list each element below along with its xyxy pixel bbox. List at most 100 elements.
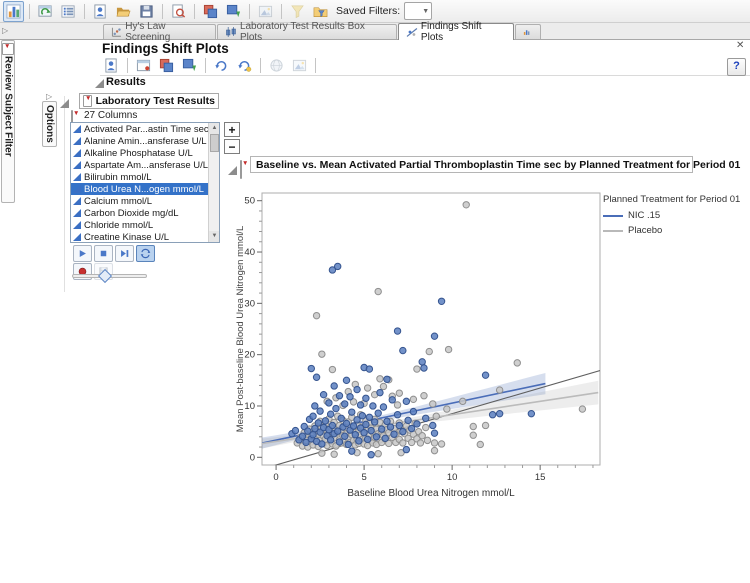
data-point[interactable]: [391, 431, 397, 437]
data-point[interactable]: [336, 439, 342, 445]
close-icon[interactable]: ✕: [736, 40, 744, 51]
data-point[interactable]: [368, 452, 374, 458]
data-point[interactable]: [421, 393, 427, 399]
data-point[interactable]: [424, 437, 430, 443]
data-point[interactable]: [343, 377, 349, 383]
data-point[interactable]: [400, 428, 406, 434]
data-point[interactable]: [371, 419, 377, 425]
expand-review-filter-chevron-icon[interactable]: ▷: [2, 26, 12, 36]
data-point[interactable]: [431, 440, 437, 446]
slider-thumb[interactable]: [98, 269, 112, 283]
data-point[interactable]: [373, 434, 379, 440]
data-point[interactable]: [379, 426, 385, 432]
data-point[interactable]: [375, 410, 381, 416]
legend-item[interactable]: NIC .15: [603, 210, 749, 221]
options-panel[interactable]: Options: [42, 101, 57, 147]
data-point[interactable]: [356, 438, 362, 444]
data-point[interactable]: [444, 406, 450, 412]
column-list-item[interactable]: Chloride mmol/L: [71, 219, 219, 231]
column-list-item[interactable]: Calcium mmol/L: [71, 195, 219, 207]
data-point[interactable]: [310, 413, 316, 419]
results-disclosure-icon[interactable]: [95, 79, 104, 88]
data-point[interactable]: [430, 422, 436, 428]
data-point[interactable]: [334, 263, 340, 269]
copy-picture-icon[interactable]: [156, 55, 177, 76]
relaunch-icon[interactable]: [234, 55, 255, 76]
data-point[interactable]: [375, 451, 381, 457]
data-point[interactable]: [342, 433, 348, 439]
data-point[interactable]: [350, 423, 356, 429]
data-point[interactable]: [338, 415, 344, 421]
data-point[interactable]: [403, 398, 409, 404]
data-point[interactable]: [445, 346, 451, 352]
scrollbar[interactable]: ▲ ▼: [208, 123, 219, 242]
data-point[interactable]: [408, 425, 414, 431]
data-point[interactable]: [423, 424, 429, 430]
copy-picture-icon[interactable]: [200, 1, 221, 22]
tab-findings-shift-plots[interactable]: Findings Shift Plots: [398, 23, 514, 40]
data-point[interactable]: [329, 366, 335, 372]
column-list-item[interactable]: Alkaline Phosphatase U/L: [71, 147, 219, 159]
data-point[interactable]: [419, 433, 425, 439]
picture-icon[interactable]: [289, 55, 310, 76]
tab-laboratory-test-results-box-plots[interactable]: Laboratory Test Results Box Plots: [217, 24, 397, 39]
data-point[interactable]: [352, 432, 358, 438]
data-point[interactable]: [410, 408, 416, 414]
data-point[interactable]: [389, 397, 395, 403]
data-point[interactable]: [431, 430, 437, 436]
data-point[interactable]: [329, 422, 335, 428]
data-point[interactable]: [482, 372, 488, 378]
data-point[interactable]: [331, 383, 337, 389]
data-point[interactable]: [349, 409, 355, 415]
data-point[interactable]: [319, 441, 325, 447]
data-point[interactable]: [438, 298, 444, 304]
data-point[interactable]: [394, 412, 400, 418]
hotspot-icon[interactable]: [2, 43, 14, 55]
data-point[interactable]: [319, 351, 325, 357]
data-point[interactable]: [387, 424, 393, 430]
data-point[interactable]: [354, 386, 360, 392]
chart-disclosure-icon[interactable]: [228, 166, 237, 175]
data-point[interactable]: [380, 383, 386, 389]
column-list-item[interactable]: Bilirubin mmol/L: [71, 171, 219, 183]
step-button[interactable]: [115, 245, 134, 262]
data-point[interactable]: [410, 396, 416, 402]
data-point[interactable]: [299, 433, 305, 439]
data-point[interactable]: [368, 427, 374, 433]
data-point[interactable]: [366, 366, 372, 372]
data-point[interactable]: [313, 374, 319, 380]
data-point[interactable]: [315, 420, 321, 426]
data-point[interactable]: [514, 360, 520, 366]
report-icon[interactable]: [101, 55, 122, 76]
data-point[interactable]: [421, 365, 427, 371]
data-point[interactable]: [347, 394, 353, 400]
data-point[interactable]: [327, 411, 333, 417]
scatter-plot[interactable]: 05101501020304050Mean Post-baseline Bloo…: [235, 183, 615, 505]
column-list-item[interactable]: Carbon Dioxide mg/dL: [71, 207, 219, 219]
data-point[interactable]: [366, 414, 372, 420]
column-list-item[interactable]: Alanine Amin...ansferase U/L: [71, 135, 219, 147]
data-point[interactable]: [419, 359, 425, 365]
remove-column-button[interactable]: −: [224, 139, 240, 154]
stop-button[interactable]: [94, 245, 113, 262]
save-picture-icon[interactable]: [179, 55, 200, 76]
saved-filters-folder-icon[interactable]: [310, 1, 331, 22]
data-point[interactable]: [370, 403, 376, 409]
data-point[interactable]: [327, 437, 333, 443]
data-point[interactable]: [308, 365, 314, 371]
data-point[interactable]: [426, 348, 432, 354]
data-point[interactable]: [326, 400, 332, 406]
data-point[interactable]: [431, 447, 437, 453]
loop-button[interactable]: [136, 245, 155, 262]
data-point[interactable]: [359, 413, 365, 419]
data-point[interactable]: [333, 405, 339, 411]
legend-item[interactable]: Placebo: [603, 225, 749, 236]
play-button[interactable]: [73, 245, 92, 262]
data-point[interactable]: [579, 406, 585, 412]
data-point[interactable]: [470, 423, 476, 429]
data-point[interactable]: [382, 435, 388, 441]
data-point[interactable]: [400, 347, 406, 353]
data-point[interactable]: [489, 412, 495, 418]
globe-icon[interactable]: [266, 55, 287, 76]
data-point[interactable]: [363, 421, 369, 427]
